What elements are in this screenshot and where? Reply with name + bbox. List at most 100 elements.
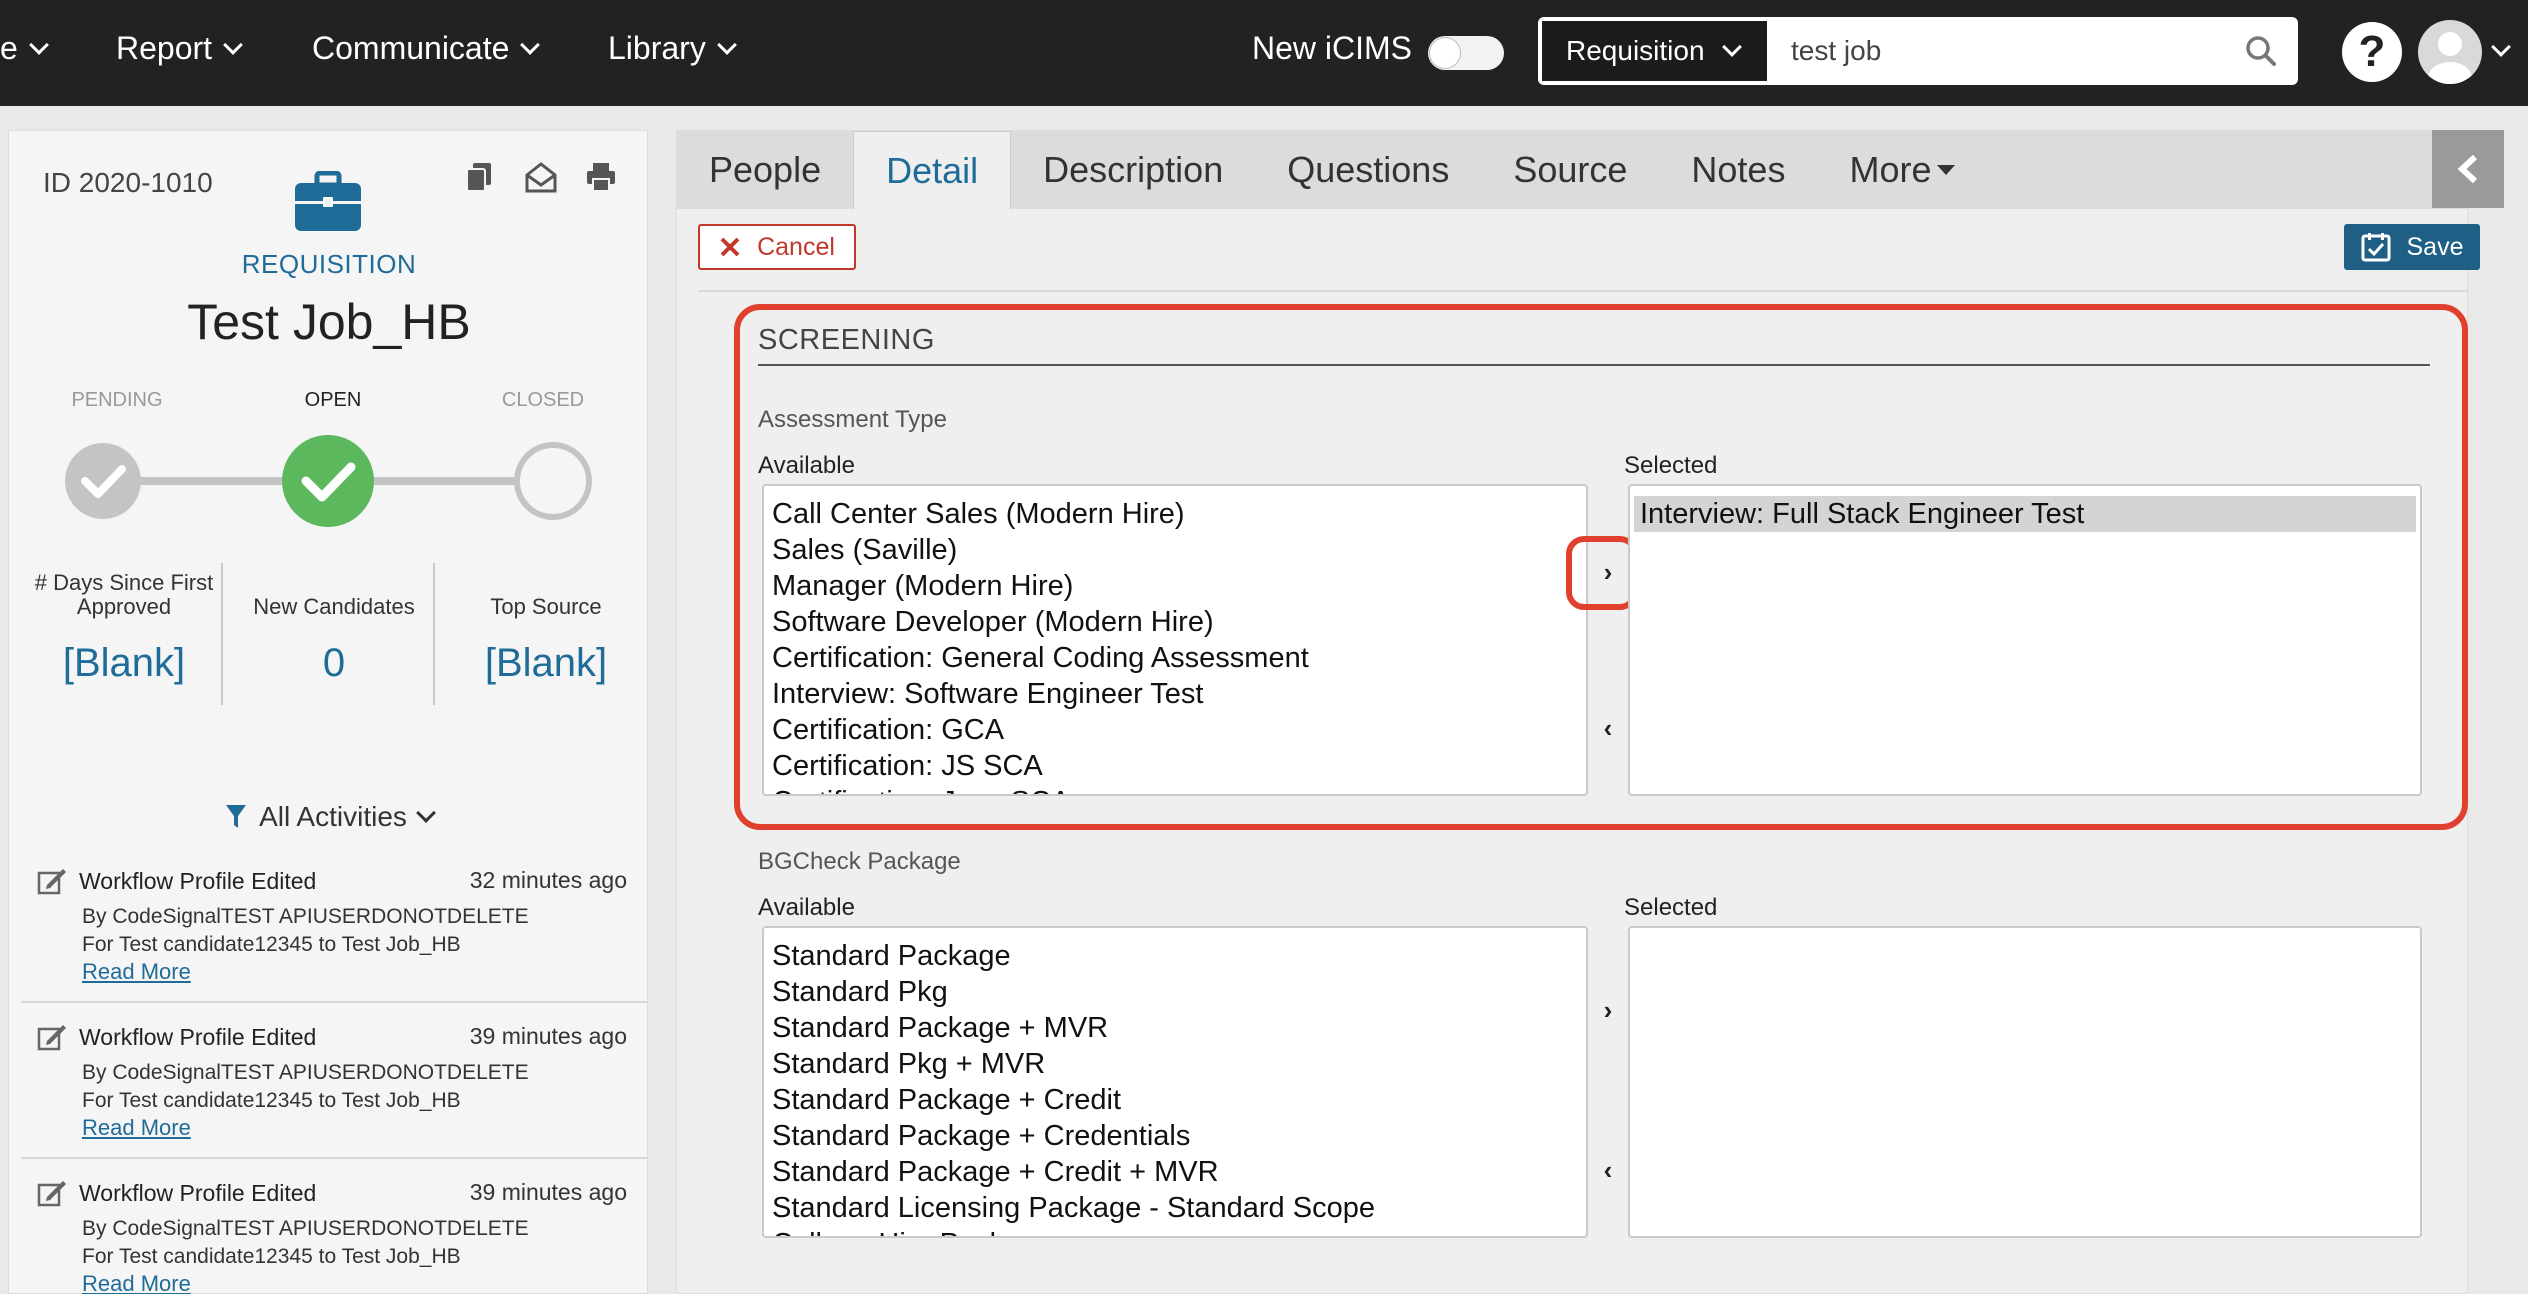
selected-label: Selected xyxy=(1624,894,1718,921)
nav-item-communicate[interactable]: Communicate xyxy=(312,30,541,67)
cancel-button[interactable]: Cancel xyxy=(698,224,856,270)
move-right-button[interactable]: › xyxy=(1588,990,1628,1030)
chevron-down-icon xyxy=(716,34,737,55)
chevron-down-icon xyxy=(416,803,436,823)
record-summary-panel: ID 2020-1010 REQUISITION Test Job_HB PEN… xyxy=(8,130,648,1294)
bgcheck-package-label: BGCheck Package xyxy=(758,848,961,875)
save-icon xyxy=(2361,233,2390,262)
stage-upcoming-marker xyxy=(514,442,592,520)
chevron-down-icon[interactable] xyxy=(2491,37,2511,57)
collapse-panel-button[interactable] xyxy=(2432,130,2504,208)
list-item[interactable]: Software Developer (Modern Hire) xyxy=(764,604,1586,640)
nav-item-library[interactable]: Library xyxy=(608,30,737,67)
divider xyxy=(758,364,2430,366)
filter-icon xyxy=(226,805,247,828)
chevron-down-icon xyxy=(223,34,243,55)
assessment-available-list[interactable]: Call Center Sales (Modern Hire) Sales (S… xyxy=(762,484,1588,796)
available-label: Available xyxy=(758,452,855,479)
tab-questions[interactable]: Questions xyxy=(1255,131,1481,209)
nav-item-truncated[interactable]: e xyxy=(0,30,49,67)
print-icon[interactable] xyxy=(585,161,617,193)
selected-label: Selected xyxy=(1624,452,1718,479)
read-more-link[interactable]: Read More xyxy=(37,1271,627,1294)
stage-done-marker xyxy=(65,443,141,519)
activities-filter[interactable]: All Activities xyxy=(9,801,649,833)
list-item[interactable]: Certification: Java SCA xyxy=(764,784,1586,794)
activity-item: Workflow Profile Edited 39 minutes ago B… xyxy=(37,1023,627,1141)
edit-icon xyxy=(37,1181,66,1207)
close-icon xyxy=(720,237,740,257)
list-item[interactable]: Interview: Full Stack Engineer Test xyxy=(1634,496,2416,532)
move-right-button[interactable]: › xyxy=(1588,552,1628,592)
list-item[interactable]: Standard Package xyxy=(764,938,1586,974)
record-type-label: REQUISITION xyxy=(241,249,417,279)
read-more-link[interactable]: Read More xyxy=(37,1115,627,1141)
activity-item: Workflow Profile Edited 39 minutes ago B… xyxy=(37,1179,627,1294)
divider xyxy=(698,290,2468,292)
stat-days-since-approved: # Days Since First Approved [Blank] xyxy=(34,570,214,686)
tab-source[interactable]: Source xyxy=(1481,131,1659,209)
available-label: Available xyxy=(758,894,855,921)
stage-current-marker xyxy=(282,435,374,527)
chevron-down-icon xyxy=(520,34,541,55)
tab-detail[interactable]: Detail xyxy=(853,131,1012,209)
list-item[interactable]: Standard Licensing Package - Standard Sc… xyxy=(764,1190,1586,1226)
list-item[interactable]: Certification: General Coding Assessment xyxy=(764,640,1586,676)
tab-more[interactable]: More xyxy=(1817,131,1987,209)
caret-down-icon xyxy=(1937,165,1956,175)
new-icims-label: New iCIMS xyxy=(1252,30,1413,66)
copy-icon[interactable] xyxy=(465,161,493,193)
new-icims-toggle[interactable] xyxy=(1428,36,1504,70)
list-item[interactable]: Certification: GCA xyxy=(764,712,1586,748)
record-tabs: People Detail Description Questions Sour… xyxy=(677,131,2469,209)
top-nav-bar: e Report Communicate Library New iCIMS R… xyxy=(0,0,2528,106)
chevron-left-icon xyxy=(2457,154,2478,184)
tab-people[interactable]: People xyxy=(677,131,853,209)
list-item[interactable]: Standard Package + MVR xyxy=(764,1010,1586,1046)
activity-item: Workflow Profile Edited 32 minutes ago B… xyxy=(37,867,627,985)
section-title: SCREENING xyxy=(758,324,935,356)
divider xyxy=(21,1001,647,1003)
list-item[interactable]: Certification: JS SCA xyxy=(764,748,1586,784)
list-item[interactable]: Standard Pkg + MVR xyxy=(764,1046,1586,1082)
email-icon[interactable] xyxy=(525,161,557,193)
nav-item-report[interactable]: Report xyxy=(116,30,243,67)
stage-label-pending: PENDING xyxy=(71,389,163,411)
edit-icon xyxy=(37,1025,66,1051)
stage-label-open: OPEN xyxy=(304,389,362,411)
record-id: ID 2020-1010 xyxy=(43,167,213,198)
help-icon[interactable]: ? xyxy=(2342,22,2402,82)
search-type-select[interactable]: Requisition xyxy=(1540,19,1769,83)
move-left-button[interactable]: ‹ xyxy=(1588,708,1628,748)
save-button[interactable]: Save xyxy=(2344,224,2480,270)
list-item[interactable]: Standard Package + Credentials xyxy=(764,1118,1586,1154)
bgcheck-available-list[interactable]: Standard Package Standard Pkg Standard P… xyxy=(762,926,1588,1238)
stat-top-source: Top Source [Blank] xyxy=(484,594,608,686)
assessment-type-label: Assessment Type xyxy=(758,406,947,433)
search-icon[interactable] xyxy=(2226,19,2296,83)
tab-notes[interactable]: Notes xyxy=(1659,131,1817,209)
avatar[interactable] xyxy=(2418,20,2482,84)
bgcheck-selected-list[interactable] xyxy=(1628,926,2422,1238)
briefcase-icon xyxy=(293,170,363,238)
global-search: Requisition xyxy=(1538,17,2298,85)
chevron-down-icon xyxy=(1721,37,1742,57)
search-input[interactable] xyxy=(1769,19,2226,83)
list-item[interactable]: Standard Package + Credit xyxy=(764,1082,1586,1118)
list-item[interactable]: Call Center Sales (Modern Hire) xyxy=(764,496,1586,532)
list-item[interactable]: Manager (Modern Hire) xyxy=(764,568,1586,604)
list-item[interactable]: Standard Package + Credit + MVR xyxy=(764,1154,1586,1190)
list-item[interactable]: Interview: Software Engineer Test xyxy=(764,676,1586,712)
status-progress xyxy=(65,435,592,527)
tab-description[interactable]: Description xyxy=(1011,131,1255,209)
assessment-selected-list[interactable]: Interview: Full Stack Engineer Test xyxy=(1628,484,2422,796)
move-left-button[interactable]: ‹ xyxy=(1588,1150,1628,1190)
record-title: Test Job_HB xyxy=(187,294,471,350)
list-item[interactable]: Sales (Saville) xyxy=(764,532,1586,568)
list-item[interactable]: Standard Pkg xyxy=(764,974,1586,1010)
read-more-link[interactable]: Read More xyxy=(37,959,627,985)
list-item[interactable]: College Hire Package xyxy=(764,1226,1586,1236)
stat-new-candidates: New Candidates 0 xyxy=(253,594,415,686)
chevron-down-icon xyxy=(28,34,49,55)
edit-icon xyxy=(37,869,66,895)
